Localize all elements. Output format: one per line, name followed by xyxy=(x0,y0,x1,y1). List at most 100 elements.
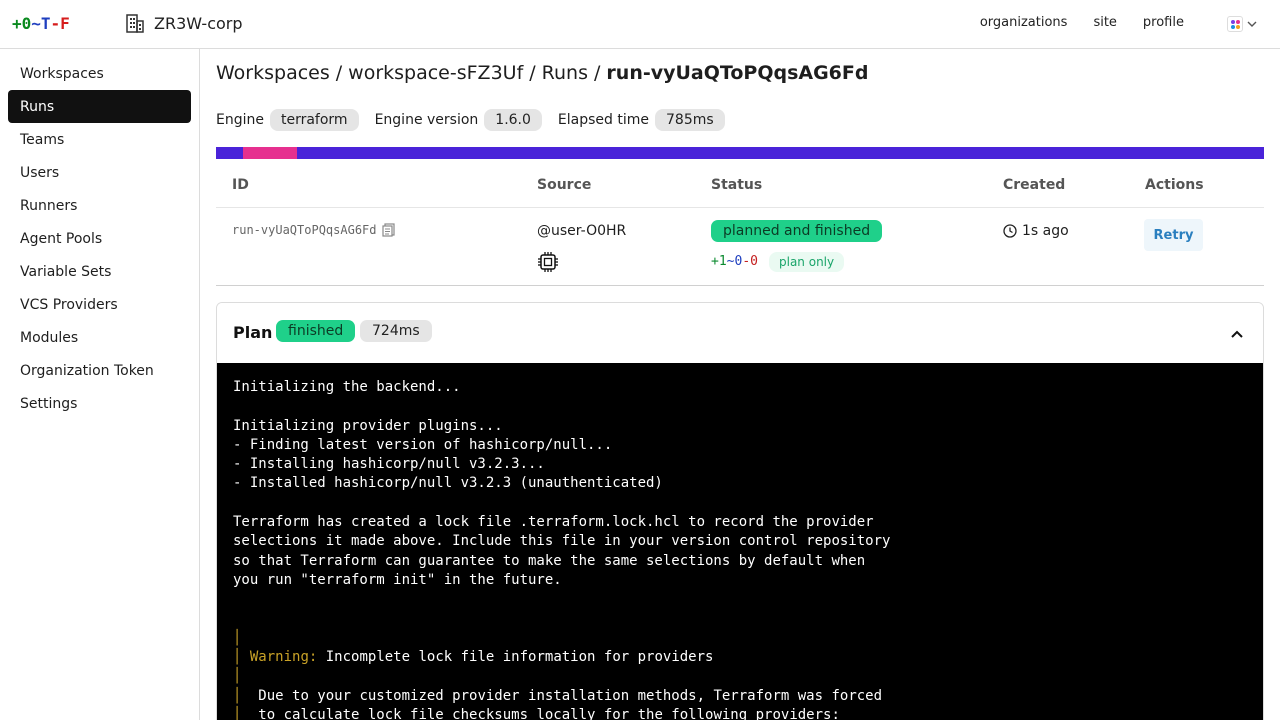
log-line: │ Due to your customized provider instal… xyxy=(233,687,1247,706)
sidebar-item-teams[interactable]: Teams xyxy=(8,123,191,156)
breadcrumb: Workspaces / workspace-sFZ3Uf / Runs / run-vyU… xyxy=(216,62,868,84)
engine-label: Engine xyxy=(216,112,264,128)
building-icon xyxy=(126,14,144,33)
elapsed-time-label: Elapsed time xyxy=(557,112,649,128)
sidebar-item-runs[interactable]: Runs xyxy=(8,90,191,123)
changes-destroy: -0 xyxy=(742,254,758,269)
app-logo[interactable]: +0~T-F xyxy=(12,14,70,33)
source-user[interactable]: @user-O0HR xyxy=(537,223,626,239)
nav-link-profile[interactable]: profile xyxy=(1143,15,1184,30)
log-line: │ Warning: Incomplete lock file informat… xyxy=(233,648,1247,667)
sidebar-item-modules[interactable]: Modules xyxy=(8,321,191,354)
resource-changes: +1~0-0 xyxy=(711,254,758,269)
top-nav: organizations site profile xyxy=(980,15,1184,30)
retry-button[interactable]: Retry xyxy=(1144,219,1203,251)
created-cell: 1s ago xyxy=(1003,223,1069,239)
logo-part-destroy: -F xyxy=(50,14,70,33)
log-line: │ to calculate lock file checksums local… xyxy=(233,706,1247,720)
elapsed-time-badge: 785ms xyxy=(655,109,725,131)
log-gutter-bar: │ xyxy=(233,629,242,646)
engine-version-label: Engine version xyxy=(374,112,479,128)
sidebar-item-agent-pools[interactable]: Agent Pools xyxy=(8,222,191,255)
clock-icon xyxy=(1003,224,1017,238)
top-bar: +0~T-F ZR3W-corp organizations site prof… xyxy=(0,0,1280,49)
column-header-actions: Actions xyxy=(1145,177,1204,193)
log-line: - Installing hashicorp/null v3.2.3... xyxy=(233,455,1247,474)
plan-title: Plan xyxy=(233,323,273,342)
sidebar-item-users[interactable]: Users xyxy=(8,156,191,189)
column-header-id: ID xyxy=(232,177,249,193)
log-line: │ xyxy=(233,667,1247,686)
log-text: you run "terraform init" in the future. xyxy=(233,571,562,588)
log-line: - Finding latest version of hashicorp/nu… xyxy=(233,436,1247,455)
changes-add: +1 xyxy=(711,254,727,269)
changes-change: ~0 xyxy=(726,254,743,269)
log-gutter-bar: │ xyxy=(233,649,242,666)
organization-name: ZR3W-corp xyxy=(154,13,243,33)
divider xyxy=(216,285,1264,286)
nav-link-site[interactable]: site xyxy=(1093,15,1116,30)
log-text: Initializing the backend... xyxy=(233,379,461,395)
log-gutter-bar: │ xyxy=(233,707,242,720)
log-text: Due to your customized provider installa… xyxy=(249,687,883,704)
log-line: - Installed hashicorp/null v3.2.3 (unaut… xyxy=(233,474,1247,493)
breadcrumb-workspace[interactable]: workspace-sFZ3Uf xyxy=(348,62,523,84)
plan-duration-badge: 724ms xyxy=(360,320,432,342)
divider xyxy=(216,207,1264,208)
sidebar: Workspaces Runs Teams Users Runners Agen… xyxy=(0,49,200,720)
plan-only-badge: plan only xyxy=(769,252,845,272)
log-line: you run "terraform init" in the future. xyxy=(233,571,1247,590)
run-timeline-bar xyxy=(216,147,1264,159)
run-id: run-vyUaQToPQqsAG6Fd xyxy=(232,223,377,237)
breadcrumb-workspaces[interactable]: Workspaces xyxy=(216,62,330,84)
plan-panel-header[interactable]: Plan finished 724ms xyxy=(217,303,1263,363)
sidebar-item-settings[interactable]: Settings xyxy=(8,387,191,420)
cpu-chip-icon xyxy=(538,252,558,272)
log-gutter-bar: │ xyxy=(233,687,242,704)
log-line: selections it made above. Include this f… xyxy=(233,532,1247,551)
created-time: 1s ago xyxy=(1022,223,1069,239)
logo-part-add: +0 xyxy=(12,14,32,33)
column-header-status: Status xyxy=(711,177,763,193)
breadcrumb-runs[interactable]: Runs xyxy=(542,62,588,84)
sidebar-item-runners[interactable]: Runners xyxy=(8,189,191,222)
sidebar-item-organization-token[interactable]: Organization Token xyxy=(8,354,191,387)
column-header-created: Created xyxy=(1003,177,1066,193)
log-line: │ xyxy=(233,629,1247,648)
timeline-plan-segment xyxy=(243,147,297,159)
log-warning-label: Warning: xyxy=(249,649,318,666)
organization-selector[interactable]: ZR3W-corp xyxy=(124,12,243,34)
log-text: to calculate lock file checksums locally… xyxy=(249,707,840,720)
log-text: - Installed hashicorp/null v3.2.3 (unaut… xyxy=(233,475,663,492)
run-status-badge: planned and finished xyxy=(711,220,883,242)
sidebar-item-vcs-providers[interactable]: VCS Providers xyxy=(8,288,191,321)
log-text: Incomplete lock file information for pro… xyxy=(317,649,714,666)
log-text: - Installing hashicorp/null v3.2.3... xyxy=(233,456,545,473)
breadcrumb-separator: / xyxy=(594,62,601,84)
sidebar-item-workspaces[interactable]: Workspaces xyxy=(8,57,191,90)
chevron-up-icon[interactable] xyxy=(1230,327,1244,341)
sidebar-item-variable-sets[interactable]: Variable Sets xyxy=(8,255,191,288)
grid-icon xyxy=(1227,16,1243,32)
column-header-source: Source xyxy=(537,177,592,193)
plan-status-badge: finished xyxy=(276,320,356,342)
run-id-cell: run-vyUaQToPQqsAG6Fd xyxy=(232,223,395,237)
log-text: so that Terraform can guarantee to make … xyxy=(233,552,866,569)
log-text: - Finding latest version of hashicorp/nu… xyxy=(233,436,613,453)
logo-part-change: ~T xyxy=(31,14,51,33)
engine-version-badge: 1.6.0 xyxy=(484,109,542,131)
log-text: Initializing provider plugins... xyxy=(233,417,503,434)
app-switcher[interactable] xyxy=(1227,14,1261,34)
run-meta: Engine terraform Engine version 1.6.0 El… xyxy=(216,109,741,131)
page-title: run-vyUaQToPQqsAG6Fd xyxy=(606,62,869,84)
plan-panel: Plan finished 724ms Initializing the bac… xyxy=(216,302,1264,720)
copy-icon[interactable] xyxy=(381,223,395,237)
log-line: Initializing the backend... xyxy=(233,378,1247,397)
chevron-down-icon xyxy=(1247,21,1257,27)
log-text: selections it made above. Include this f… xyxy=(233,533,891,550)
nav-link-organizations[interactable]: organizations xyxy=(980,15,1068,30)
